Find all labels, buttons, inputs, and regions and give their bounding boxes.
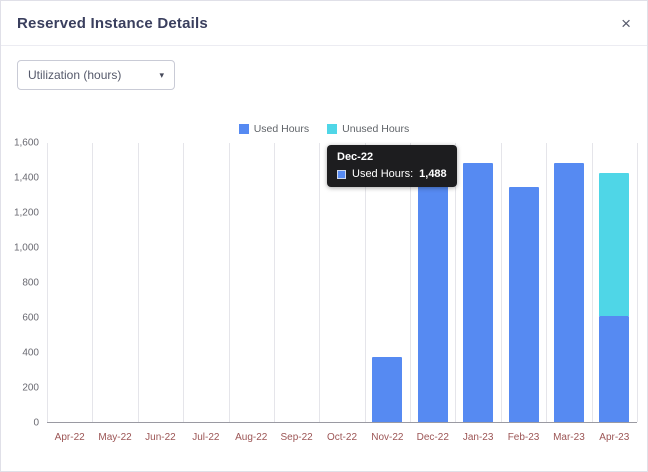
bar-group-jun-22	[138, 143, 183, 422]
metric-select[interactable]: Utilization (hours) ▾	[17, 60, 175, 90]
bar-group-mar-23	[546, 143, 591, 422]
chart-legend: Used Hours Unused Hours	[1, 122, 647, 136]
gridline	[637, 143, 638, 422]
y-axis: 02004006008001,0001,2001,4001,600	[7, 143, 43, 423]
bar-used-hours[interactable]	[509, 187, 539, 422]
x-axis-label: Apr-22	[55, 432, 85, 443]
x-axis: Apr-22 May-22 Jun-22 Jul-22 Aug-22 Sep-22 Oct-…	[47, 423, 637, 451]
y-axis-label: 1,000	[14, 243, 39, 254]
legend-swatch	[239, 124, 249, 134]
y-axis-label: 200	[22, 383, 39, 394]
x-axis-label: Apr-23	[599, 432, 629, 443]
page-title: Reserved Instance Details	[17, 15, 208, 32]
y-axis-label: 400	[22, 348, 39, 359]
tooltip-series-label: Used Hours:	[352, 168, 413, 180]
bar-group-may-22	[92, 143, 137, 422]
chevron-down-icon: ▾	[159, 70, 164, 81]
tooltip-value: 1,488	[419, 168, 447, 180]
legend-label: Unused Hours	[342, 123, 409, 135]
close-icon[interactable]: ×	[619, 13, 633, 34]
bar-unused-hours[interactable]	[599, 173, 629, 316]
bar-used-hours[interactable]	[599, 316, 629, 422]
bar-used-hours[interactable]	[463, 163, 493, 422]
x-axis-label: Aug-22	[235, 432, 267, 443]
bar-group-aug-22	[229, 143, 274, 422]
reserved-instance-details-panel: Reserved Instance Details × Utilization …	[0, 0, 648, 472]
bar-group-jul-22	[183, 143, 228, 422]
tooltip-series-swatch	[337, 170, 346, 179]
x-axis-label: Nov-22	[371, 432, 403, 443]
bar-group-sep-22	[274, 143, 319, 422]
metric-select-value: Utilization (hours)	[28, 68, 121, 82]
x-axis-label: May-22	[98, 432, 131, 443]
y-axis-label: 600	[22, 313, 39, 324]
chart-tooltip: Dec-22 Used Hours: 1,488	[327, 145, 457, 187]
bar-used-hours[interactable]	[372, 357, 402, 422]
controls-row: Utilization (hours) ▾	[1, 46, 647, 90]
tooltip-row: Used Hours: 1,488	[337, 168, 447, 180]
y-axis-label: 1,200	[14, 208, 39, 219]
bar-used-hours[interactable]	[554, 163, 584, 422]
x-axis-label: Feb-23	[508, 432, 540, 443]
x-axis-label: Jan-23	[463, 432, 494, 443]
y-axis-label: 800	[22, 278, 39, 289]
bar-group-apr-23	[592, 143, 637, 422]
legend-label: Used Hours	[254, 123, 309, 135]
bar-group-apr-22	[47, 143, 92, 422]
legend-swatch	[327, 124, 337, 134]
y-axis-label: 0	[33, 418, 39, 429]
y-axis-label: 1,600	[14, 138, 39, 149]
panel-header: Reserved Instance Details ×	[1, 1, 647, 46]
x-axis-label: Mar-23	[553, 432, 585, 443]
tooltip-title: Dec-22	[337, 151, 447, 163]
y-axis-label: 1,400	[14, 173, 39, 184]
x-axis-label: Jul-22	[192, 432, 219, 443]
utilization-chart: 02004006008001,0001,2001,4001,600 Apr-22…	[7, 143, 641, 451]
x-axis-label: Dec-22	[417, 432, 449, 443]
bar-group-feb-23	[501, 143, 546, 422]
x-axis-label: Sep-22	[280, 432, 312, 443]
bar-used-hours[interactable]	[418, 163, 448, 422]
x-axis-label: Oct-22	[327, 432, 357, 443]
x-axis-label: Jun-22	[145, 432, 176, 443]
bar-group-jan-23	[455, 143, 500, 422]
legend-item-unused-hours[interactable]: Unused Hours	[327, 123, 409, 135]
legend-item-used-hours[interactable]: Used Hours	[239, 123, 309, 135]
